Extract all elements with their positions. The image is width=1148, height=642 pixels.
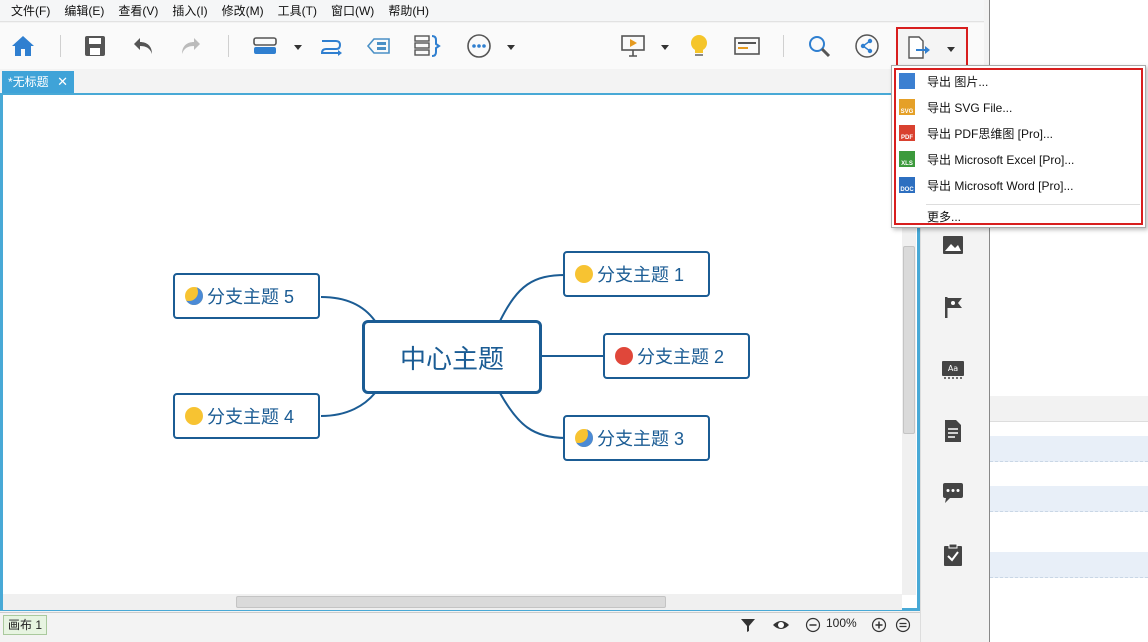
home-icon[interactable]	[8, 31, 38, 61]
export-icon	[906, 35, 932, 64]
panel-row	[990, 552, 1148, 578]
chevron-down-icon[interactable]	[660, 41, 670, 51]
menu-item-label: 导出 图片...	[927, 74, 989, 89]
neutral-emoji-icon	[185, 407, 203, 425]
branch-label: 分支主题 4	[207, 407, 295, 427]
comment-icon[interactable]	[941, 481, 965, 505]
redo-icon[interactable]	[176, 31, 206, 61]
menu-edit[interactable]: 编辑(E)	[57, 0, 111, 22]
outline-view-icon[interactable]	[732, 31, 762, 61]
export-image-item[interactable]: 导出 图片...	[892, 68, 1145, 94]
save-icon[interactable]	[80, 31, 110, 61]
svg-text:Aa: Aa	[948, 364, 958, 373]
word-file-icon: DOC	[899, 177, 915, 193]
close-icon[interactable]: ✕	[57, 71, 68, 93]
branch-label: 分支主题 3	[597, 429, 685, 449]
panel-row	[990, 486, 1148, 512]
search-icon[interactable]	[804, 31, 834, 61]
zoom-out-icon[interactable]	[805, 617, 821, 636]
menu-modify[interactable]: 修改(M)	[215, 0, 271, 22]
toolbar	[0, 23, 984, 69]
svg-file-icon: SVG	[899, 99, 915, 115]
menu-bar: 文件(F) 编辑(E) 查看(V) 插入(I) 修改(M) 工具(T) 窗口(W…	[0, 0, 984, 22]
cry-emoji-icon	[575, 429, 593, 447]
boundary-icon[interactable]	[412, 31, 442, 61]
branch-topic-5[interactable]: 分支主题 5	[173, 273, 320, 319]
excel-file-icon: XLS	[899, 151, 915, 167]
app-window: 文件(F) 编辑(E) 查看(V) 插入(I) 修改(M) 工具(T) 窗口(W…	[0, 0, 990, 642]
menu-file[interactable]: 文件(F)	[4, 0, 57, 22]
export-more-item[interactable]: 更多...	[892, 204, 1145, 228]
fit-icon[interactable]	[895, 617, 911, 636]
chevron-down-icon[interactable]	[293, 41, 303, 51]
chevron-down-icon[interactable]	[506, 41, 516, 51]
export-word-item[interactable]: DOC 导出 Microsoft Word [Pro]...	[892, 172, 1145, 198]
format-text-icon[interactable]: Aa	[941, 357, 965, 381]
branch-label: 分支主题 5	[207, 287, 295, 307]
more-icon[interactable]	[464, 31, 494, 61]
task-clipboard-icon[interactable]	[941, 543, 965, 567]
angry-emoji-icon	[615, 347, 633, 365]
horizontal-scrollbar[interactable]	[3, 594, 902, 610]
branch-label: 分支主题 1	[597, 265, 685, 285]
undo-icon[interactable]	[128, 31, 158, 61]
branch-topic-3[interactable]: 分支主题 3	[563, 415, 710, 461]
vertical-scroll-thumb[interactable]	[903, 246, 915, 434]
zoom-level: 100%	[826, 616, 857, 630]
central-topic[interactable]: 中心主题	[362, 320, 542, 394]
menu-tools[interactable]: 工具(T)	[271, 0, 324, 22]
chevron-down-icon[interactable]	[946, 43, 956, 57]
marker-flag-icon[interactable]	[941, 295, 965, 319]
toolbar-separator	[228, 35, 229, 57]
tab-row: *无标题 ✕	[0, 69, 984, 93]
panel-row	[990, 436, 1148, 462]
notes-icon[interactable]	[941, 419, 965, 443]
menu-item-label: 导出 Microsoft Excel [Pro]...	[927, 152, 1075, 167]
menu-window[interactable]: 窗口(W)	[324, 0, 381, 22]
horizontal-scroll-thumb[interactable]	[236, 596, 666, 608]
panel-row	[990, 396, 1148, 422]
tab-untitled[interactable]: *无标题 ✕	[2, 71, 74, 93]
export-svg-item[interactable]: SVG 导出 SVG File...	[892, 94, 1145, 120]
topic-icon[interactable]	[250, 31, 280, 61]
share-icon[interactable]	[852, 31, 882, 61]
menu-view[interactable]: 查看(V)	[111, 0, 165, 22]
branch-topic-4[interactable]: 分支主题 4	[173, 393, 320, 439]
filter-icon[interactable]	[740, 617, 756, 636]
branch-topic-2[interactable]: 分支主题 2	[603, 333, 750, 379]
toolbar-separator	[783, 35, 784, 57]
menu-item-label: 导出 SVG File...	[927, 100, 1013, 115]
toolbar-separator	[60, 35, 61, 57]
cry-emoji-icon	[185, 287, 203, 305]
branch-topic-1[interactable]: 分支主题 1	[563, 251, 710, 297]
export-button[interactable]	[896, 27, 968, 67]
export-excel-item[interactable]: XLS 导出 Microsoft Excel [Pro]...	[892, 146, 1145, 172]
menu-item-label: 导出 Microsoft Word [Pro]...	[927, 178, 1074, 193]
tab-title: *无标题	[8, 75, 49, 89]
eye-icon[interactable]	[772, 617, 790, 636]
export-pdf-item[interactable]: PDF 导出 PDF思维图 [Pro]...	[892, 120, 1145, 146]
sheet-tab[interactable]: 画布 1	[3, 615, 48, 635]
image-icon[interactable]	[941, 233, 965, 257]
zoom-in-icon[interactable]	[871, 617, 887, 636]
menu-insert[interactable]: 插入(I)	[165, 0, 214, 22]
export-dropdown-menu: 导出 图片... SVG 导出 SVG File... PDF 导出 PDF思维…	[891, 65, 1146, 228]
menu-item-label: 更多...	[927, 209, 962, 224]
status-bar: 画布 1 100%	[0, 612, 920, 636]
pdf-file-icon: PDF	[899, 125, 915, 141]
menu-item-label: 导出 PDF思维图 [Pro]...	[927, 126, 1054, 141]
smile-emoji-icon	[575, 265, 593, 283]
branch-label: 分支主题 2	[637, 347, 725, 367]
relationship-icon[interactable]	[316, 31, 346, 61]
presentation-icon[interactable]	[618, 31, 648, 61]
summary-icon[interactable]	[364, 31, 394, 61]
image-file-icon	[899, 73, 915, 89]
brainstorm-lightbulb-icon[interactable]	[684, 31, 714, 61]
menu-help[interactable]: 帮助(H)	[381, 0, 436, 22]
